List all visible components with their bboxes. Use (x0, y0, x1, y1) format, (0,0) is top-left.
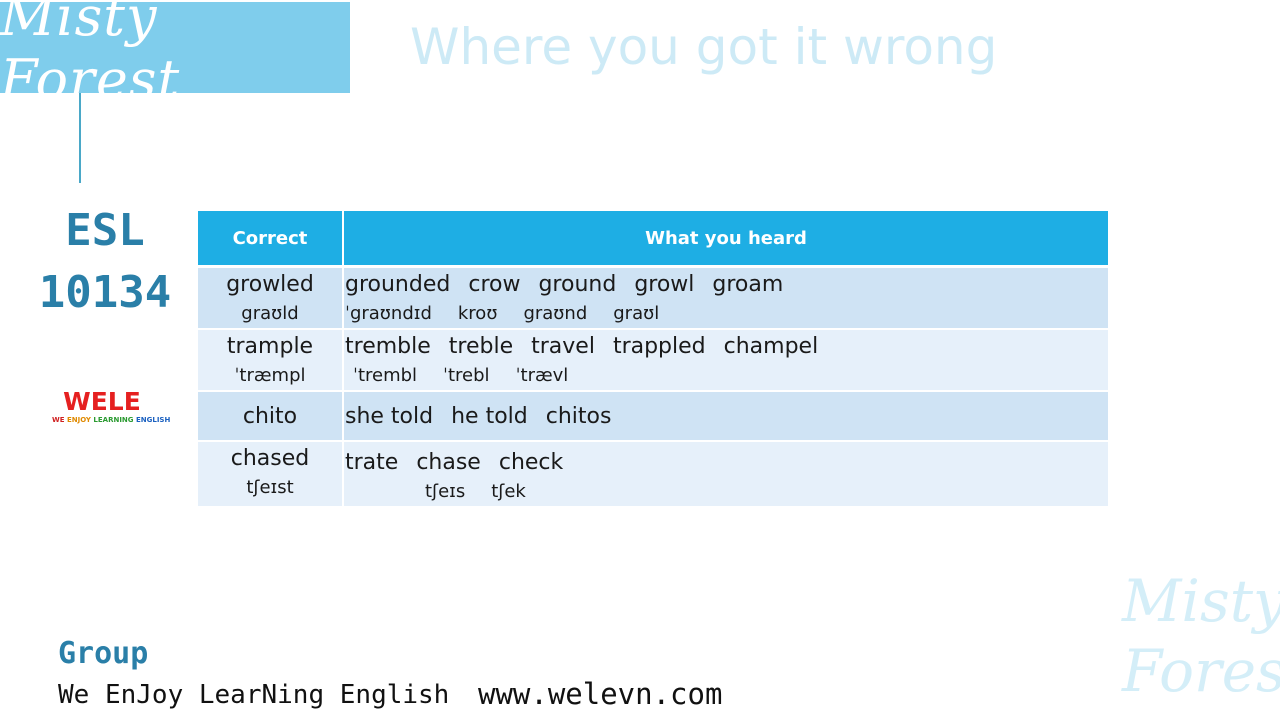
divider-line (79, 93, 81, 183)
header-what-you-heard: What you heard (343, 211, 1108, 268)
website-link[interactable]: www.welevn.com (478, 677, 722, 711)
brand-title: Misty Forest (0, 0, 181, 111)
pronunciation-table: Correct What you heard growled graʊld gr… (198, 211, 1108, 508)
table-row: growled graʊld grounded crow ground growl gr… (198, 266, 1108, 330)
heard-cell: grounded crow ground growl groam ˈgraʊndɪd kr… (343, 266, 1108, 330)
correct-cell: trample ˈtræmpl (198, 329, 344, 392)
wele-logo: WELE WE ENJOY LEARNING ENGLISH (52, 387, 171, 425)
heard-cell: trate chase check tʃeɪs tʃek (343, 441, 1108, 508)
correct-cell: chased tʃeɪst (198, 441, 344, 508)
group-label: Group (58, 636, 149, 671)
table-row: chito she told he told chitos (198, 391, 1108, 442)
page-heading: Where you got it wrong (410, 18, 998, 76)
brand-watermark: Misty Forest (1122, 567, 1280, 705)
correct-cell: growled graʊld (198, 266, 344, 330)
table-row: chased tʃeɪst trate chase check tʃeɪs tʃek (198, 441, 1108, 508)
esl-label: ESL (65, 205, 145, 256)
correct-cell: chito (198, 391, 344, 442)
brand-banner: Misty Forest (0, 0, 350, 111)
wele-logo-tagline: WE ENJOY LEARNING ENGLISH (52, 416, 171, 424)
tagline: We EnJoy LearNing English (58, 680, 450, 710)
heard-cell: tremble treble travel trappled champel ˈtrem… (343, 329, 1108, 392)
wele-logo-letters: WELE (63, 387, 141, 416)
table-row: trample ˈtræmpl tremble treble travel trapp… (198, 329, 1108, 392)
heard-cell: she told he told chitos (343, 391, 1108, 442)
esl-number: 10134 (38, 267, 172, 318)
header-correct: Correct (198, 211, 344, 268)
